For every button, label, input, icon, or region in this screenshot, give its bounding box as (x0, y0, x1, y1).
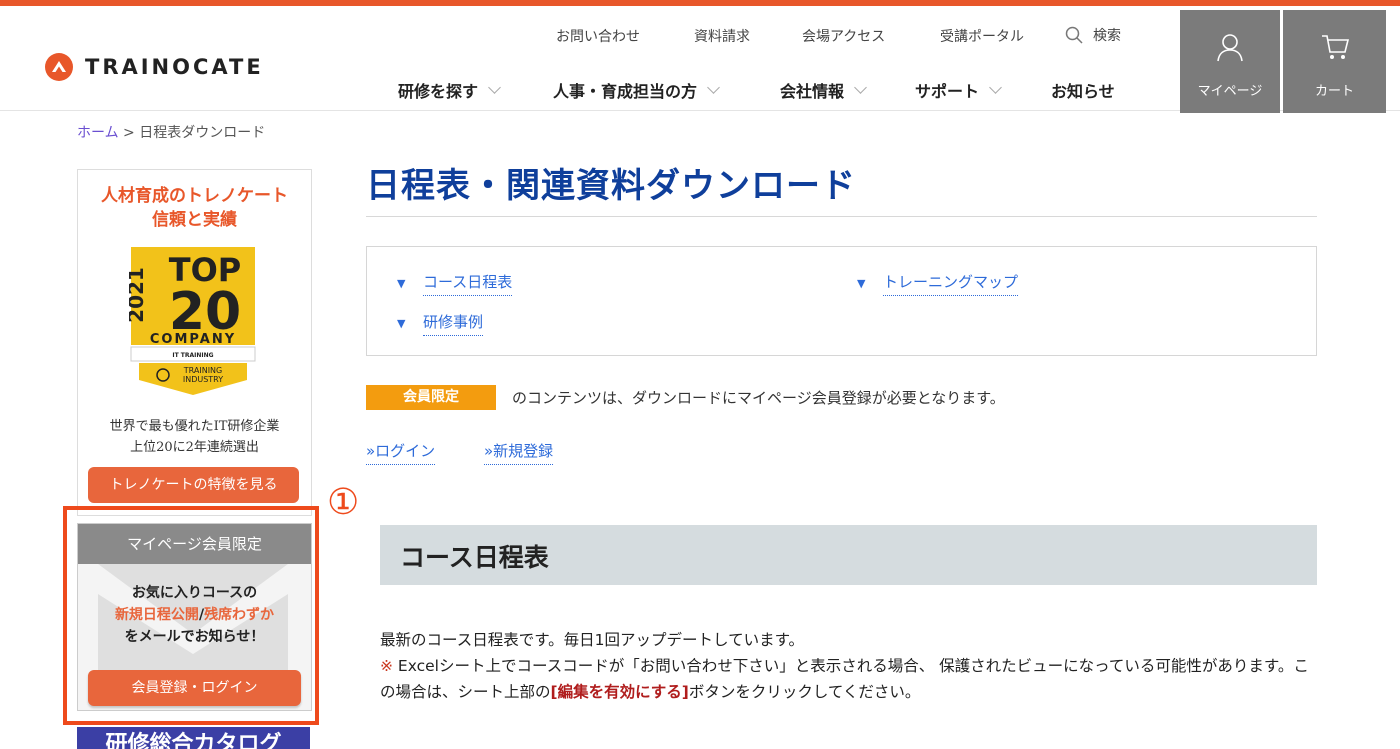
util-brochure-link[interactable]: 資料請求 (694, 26, 750, 46)
award-category: IT TRAINING (172, 352, 213, 359)
search-link[interactable]: 検索 (1065, 25, 1121, 45)
annotation-highlight-frame (63, 506, 319, 725)
top20-award-badge: 2021 TOP 20 COMPANY IT TRAINING TRAINING… (129, 247, 256, 395)
annotation-number: ① (327, 482, 360, 523)
award-year: 2021 (129, 267, 148, 323)
logo[interactable]: TRAINOCATE (45, 53, 264, 81)
triangle-down-icon: ▼ (857, 277, 866, 290)
toc-course-schedule-link[interactable]: コース日程表 (423, 271, 513, 296)
chevron-down-icon (989, 80, 1002, 94)
members-notice: 会員限定 のコンテンツは、ダウンロードにマイページ会員登録が必要となります。 (366, 385, 1005, 410)
nav-news[interactable]: お知らせ (1051, 78, 1115, 102)
util-portal-link[interactable]: 受講ポータル (940, 26, 1024, 46)
toc-training-map-link[interactable]: トレーニングマップ (883, 271, 1019, 296)
nav-support-label: サポート (915, 82, 980, 101)
logo-mark-icon (45, 53, 73, 81)
nav-company-label: 会社情報 (780, 82, 845, 101)
breadcrumb-home-link[interactable]: ホーム (77, 125, 119, 141)
section-description: 最新のコース日程表です。毎日1回アップデートしています。 ※ Excelシート上… (380, 627, 1310, 705)
nav-find-training-label: 研修を探す (398, 82, 479, 101)
members-only-badge: 会員限定 (366, 385, 496, 410)
award-org-2: INDUSTRY (183, 375, 223, 384)
login-link[interactable]: »ログイン (366, 440, 436, 465)
chevron-down-icon (854, 80, 867, 94)
banner-text-line2: 上位20に2年連続選出 (130, 440, 259, 455)
description-line1: 最新のコース日程表です。毎日1回アップデートしています。 (380, 631, 805, 649)
mypage-label: マイページ (1197, 84, 1263, 99)
nav-hr-label: 人事・育成担当の方 (553, 82, 698, 101)
award-company: COMPANY (150, 332, 236, 347)
cart-button[interactable]: カート (1283, 10, 1386, 113)
sidebar-award-banner[interactable]: 人材育成のトレノケート 信頼と実績 2021 TOP 20 COMPANY IT… (77, 169, 312, 516)
catalog-banner[interactable]: 研修総合カタログ (77, 727, 310, 749)
toc-case-studies-link[interactable]: 研修事例 (423, 311, 484, 336)
site-header: TRAINOCATE お問い合わせ 資料請求 会場アクセス 受講ポータル 検索 … (0, 6, 1400, 113)
nav-find-training[interactable]: 研修を探す (398, 78, 501, 102)
banner-text-line1: 世界で最も優れたIT研修企業 (109, 419, 280, 434)
note-text-end: ボタンをクリックしてください。 (688, 683, 921, 701)
logo-wordmark: TRAINOCATE (85, 55, 264, 79)
breadcrumb-separator: > (118, 125, 140, 141)
page-title: 日程表・関連資料ダウンロード (366, 166, 856, 206)
user-icon (1217, 34, 1243, 62)
nav-hr[interactable]: 人事・育成担当の方 (553, 78, 720, 102)
search-icon (1065, 26, 1083, 44)
util-contact-link[interactable]: お問い合わせ (556, 26, 640, 46)
search-label: 検索 (1093, 28, 1121, 44)
award-org-1: TRAINING (183, 366, 222, 375)
triangle-down-icon: ▼ (397, 277, 406, 290)
mypage-button[interactable]: マイページ (1180, 10, 1280, 113)
nav-company[interactable]: 会社情報 (780, 78, 867, 102)
table-of-contents: ▼ コース日程表 ▼ トレーニングマップ ▼ 研修事例 (366, 246, 1317, 356)
description-note: ※ Excelシート上でコースコードが「お問い合わせ下さい」と表示される場合、 … (380, 653, 1310, 705)
banner-title-line2: 信頼と実績 (152, 210, 237, 230)
breadcrumb-current: 日程表ダウンロード (139, 125, 266, 141)
cart-icon (1321, 35, 1349, 59)
section-heading-text: コース日程表 (400, 543, 549, 572)
features-button[interactable]: トレノケートの特徴を見る (88, 467, 299, 503)
banner-text: 世界で最も優れたIT研修企業 上位20に2年連続選出 (78, 416, 311, 458)
chevron-down-icon (707, 80, 720, 94)
enable-editing-label: [編集を有効にする] (550, 683, 689, 701)
util-access-link[interactable]: 会場アクセス (802, 26, 885, 46)
title-divider (366, 216, 1317, 217)
nav-support[interactable]: サポート (915, 78, 1002, 102)
banner-title: 人材育成のトレノケート 信頼と実績 (78, 184, 311, 232)
members-notice-text: のコンテンツは、ダウンロードにマイページ会員登録が必要となります。 (512, 389, 1005, 407)
cart-label: カート (1314, 84, 1354, 99)
breadcrumb: ホーム > 日程表ダウンロード (77, 122, 265, 142)
note-mark: ※ (380, 657, 393, 675)
nav-news-label: お知らせ (1051, 82, 1115, 101)
register-link[interactable]: »新規登録 (484, 440, 554, 465)
section-heading: コース日程表 (380, 525, 1317, 585)
banner-title-line1: 人材育成のトレノケート (101, 186, 288, 206)
triangle-down-icon: ▼ (397, 317, 406, 330)
chevron-down-icon (488, 80, 501, 94)
